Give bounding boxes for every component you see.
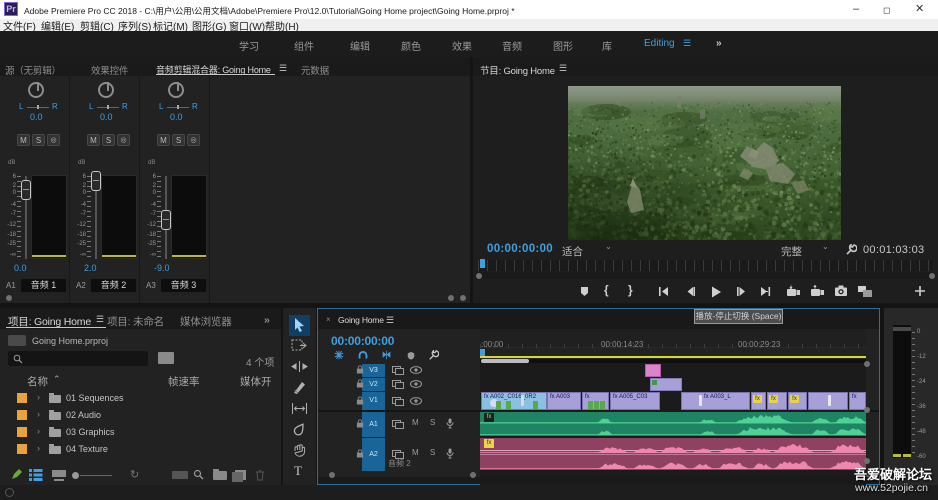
svg-text:T: T (294, 464, 302, 477)
